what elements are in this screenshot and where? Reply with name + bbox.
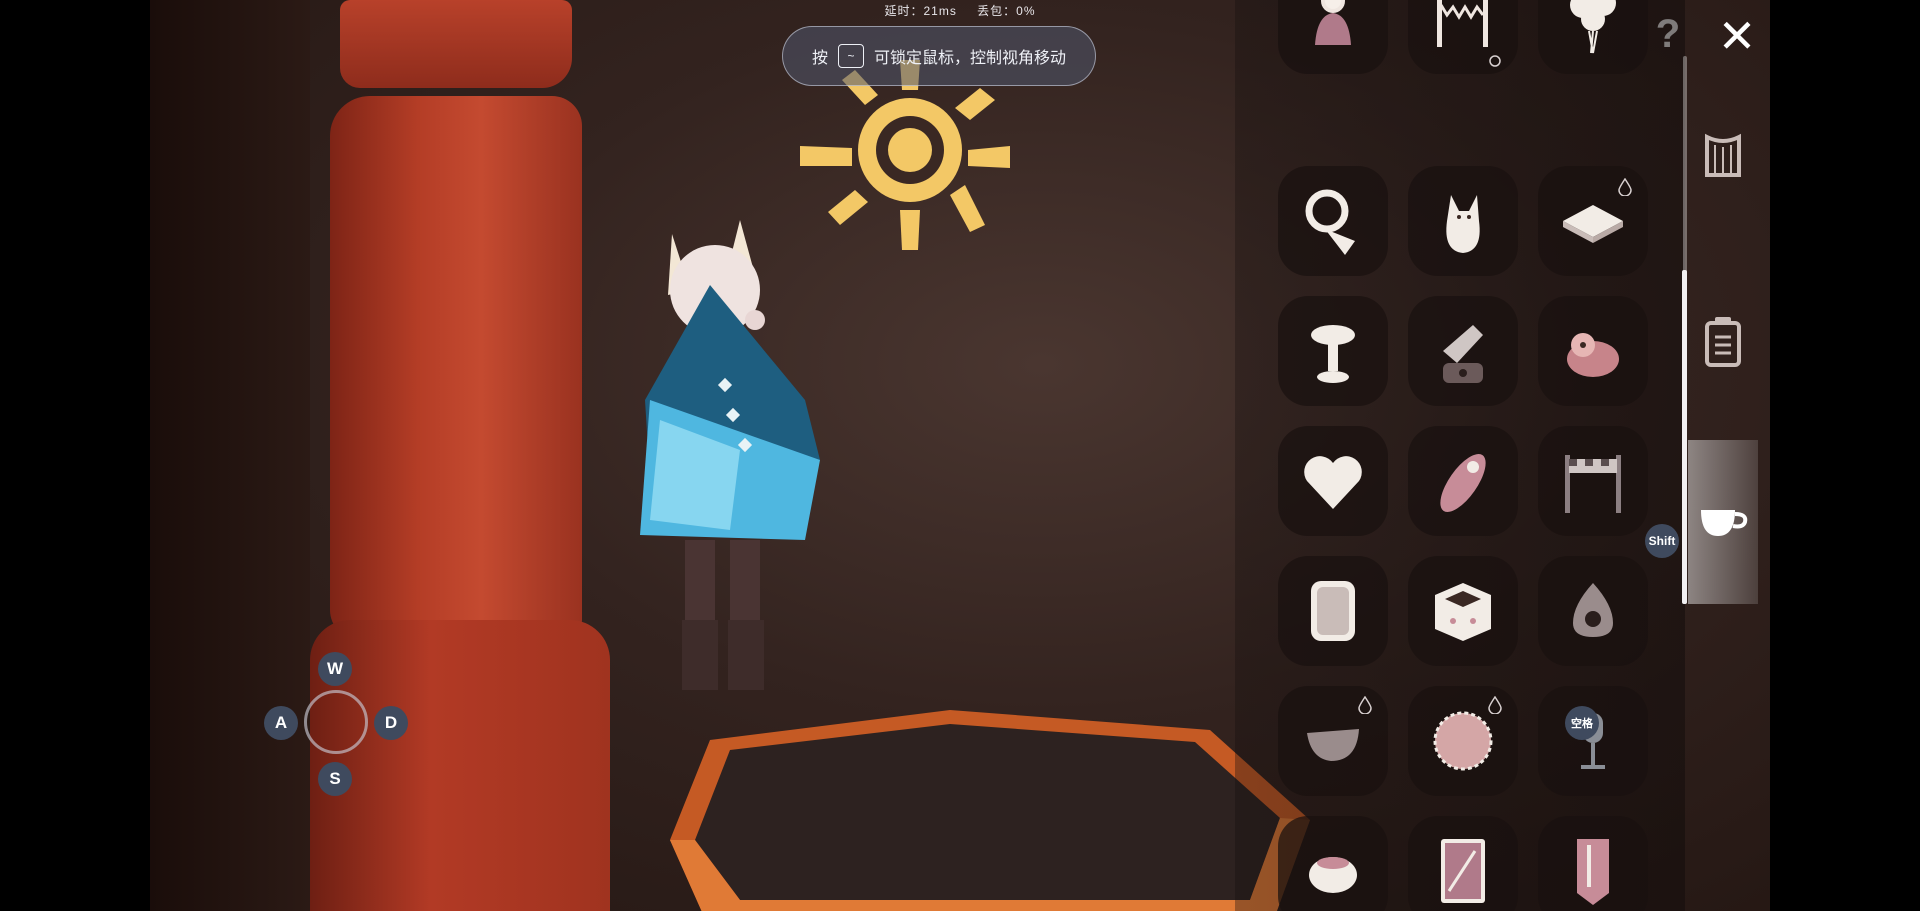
mouse-lock-hint: 按 ~ 可锁定鼠标，控制视角移动: [782, 26, 1096, 86]
journal-icon: [1705, 317, 1741, 367]
hint-prefix: 按: [811, 50, 828, 67]
game-screen: 延时：21ms 丢包：0% 按 ~ 可锁定鼠标，控制视角移动 ? ✕: [0, 0, 1920, 911]
harp-icon: [1705, 133, 1741, 177]
key-s[interactable]: S: [318, 762, 352, 796]
water-drop-icon: [1358, 696, 1372, 714]
stone-pillar-base: [310, 620, 610, 911]
latency-label: 延时：21ms: [884, 4, 957, 18]
pot-icon: [1309, 857, 1357, 893]
tab-music[interactable]: [1688, 112, 1758, 202]
space-key-badge: 空格: [1565, 706, 1599, 740]
movement-joystick[interactable]: [304, 690, 368, 754]
packet-loss-label: 丢包：0%: [977, 4, 1036, 18]
panel-scrollbar-thumb[interactable]: [1682, 270, 1687, 604]
card-icon: [1441, 839, 1485, 903]
bunting-icon: [1437, 0, 1488, 47]
balloons-icon: [1570, 0, 1616, 54]
grid-item-microphone[interactable]: [1538, 686, 1648, 796]
key-a[interactable]: A: [264, 706, 298, 740]
grid-item-pot[interactable]: [1278, 816, 1388, 911]
player-character: [640, 220, 820, 690]
key-d[interactable]: D: [374, 706, 408, 740]
refresh-ring-icon: [1489, 55, 1501, 67]
grid-item-campfire[interactable]: [1538, 556, 1648, 666]
grid-item-balloons[interactable]: [1538, 0, 1648, 74]
shift-key-badge: Shift: [1645, 524, 1679, 558]
hint-text: 可锁定鼠标，控制视角移动: [874, 50, 1067, 67]
tab-props[interactable]: [1688, 440, 1758, 604]
water-drop-icon: [1618, 178, 1632, 196]
water-drop-icon: [1488, 696, 1502, 714]
wall-shadow: [150, 0, 310, 911]
fox-icon: [1446, 195, 1480, 253]
grid-item-surfboard[interactable]: [1408, 426, 1518, 536]
telescope-icon: [1443, 325, 1483, 383]
campfire-icon: [1573, 583, 1613, 637]
heart-icon: [1304, 456, 1362, 509]
grid-item-doll[interactable]: [1278, 0, 1388, 74]
mirror-icon: [1311, 581, 1355, 641]
plush-bear-icon: [1567, 333, 1619, 377]
grid-item-tuba[interactable]: [1278, 166, 1388, 276]
grid-item-fox[interactable]: [1408, 166, 1518, 276]
key-w[interactable]: W: [318, 652, 352, 686]
scroll-icon: [1577, 839, 1609, 905]
surfboard-icon: [1440, 454, 1486, 512]
grid-item-heart[interactable]: [1278, 426, 1388, 536]
grid-item-telescope[interactable]: [1408, 296, 1518, 406]
doll-icon: [1315, 0, 1351, 45]
tab-journal[interactable]: [1688, 296, 1758, 386]
tuba-icon: [1305, 189, 1355, 255]
box-icon: [1435, 583, 1491, 641]
grid-item-mirror[interactable]: [1278, 556, 1388, 666]
grid-item-birdbath[interactable]: [1278, 296, 1388, 406]
grid-item-box[interactable]: [1408, 556, 1518, 666]
grid-item-finish-banner[interactable]: [1538, 426, 1648, 536]
finish-banner-icon: [1565, 455, 1621, 513]
grid-item-scroll[interactable]: [1538, 816, 1648, 911]
grid-item-plush-bear[interactable]: [1538, 296, 1648, 406]
close-button[interactable]: ✕: [1712, 12, 1762, 62]
teacup-icon: [1701, 510, 1748, 536]
stone-pillar: [330, 96, 582, 640]
grid-item-card[interactable]: [1408, 816, 1518, 911]
birdbath-icon: [1311, 325, 1355, 383]
tilde-key-icon: ~: [838, 44, 864, 68]
